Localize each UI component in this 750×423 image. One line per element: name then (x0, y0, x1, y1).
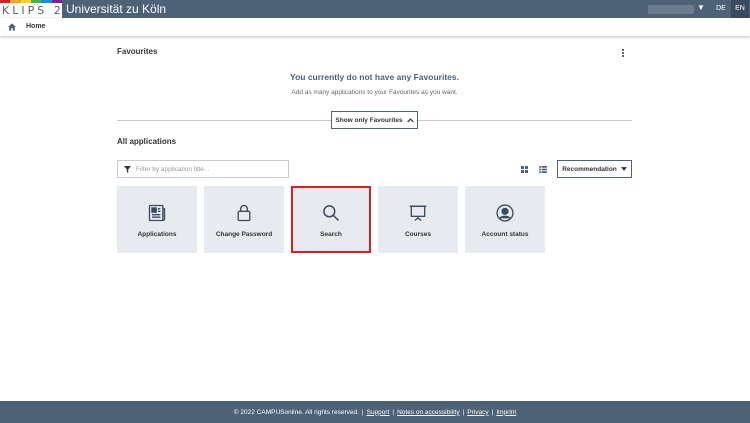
sort-label: Recommendation (562, 165, 617, 173)
home-icon[interactable] (8, 23, 16, 31)
breadcrumb-home[interactable]: Home (26, 23, 45, 30)
language-de[interactable]: DE (712, 0, 730, 18)
university-title: Universität zu Köln (66, 2, 167, 16)
sort-recommendation-dropdown[interactable]: Recommendation (557, 160, 632, 178)
footer-link-support[interactable]: Support (367, 409, 390, 416)
breadcrumb: Home (0, 18, 750, 36)
filter-icon (124, 166, 131, 173)
user-circle-icon (496, 204, 514, 222)
show-only-favourites-label: Show only Favourites (335, 116, 403, 124)
filter-input[interactable] (136, 162, 286, 176)
app-tile-change-password[interactable]: Change Password (204, 186, 284, 253)
filter-box (117, 160, 289, 178)
grid-view-icon[interactable] (521, 166, 528, 173)
user-menu-caret-icon[interactable]: ▼ (697, 3, 705, 12)
footer-separator: | (392, 408, 395, 416)
search-icon (323, 205, 340, 222)
app-tile-label: Search (320, 231, 342, 238)
favourites-hint: Add as many applications to your Favouri… (291, 89, 458, 96)
app-tile-search[interactable]: Search (291, 186, 371, 253)
user-menu[interactable] (648, 5, 694, 14)
language-en[interactable]: EN (731, 0, 749, 18)
list-view-icon[interactable] (539, 166, 547, 173)
app-tile-account-status[interactable]: Account status (465, 186, 545, 253)
app-tile-label: Applications (137, 231, 177, 238)
presentation-board-icon (409, 205, 427, 222)
footer-copyright: © 2022 CAMPUSonline. All rights reserved… (233, 408, 359, 416)
footer-link-imprint[interactable]: Imprint (496, 409, 516, 416)
footer-link-privacy[interactable]: Privacy (467, 409, 488, 416)
footer-separator: | (462, 408, 465, 416)
footer-separator: | (361, 408, 364, 416)
all-applications-title: All applications (117, 137, 177, 146)
footer-separator: | (491, 408, 494, 416)
app-tile-applications[interactable]: Applications (117, 186, 197, 253)
footer: © 2022 CAMPUSonline. All rights reserved… (0, 401, 750, 423)
lock-icon (237, 204, 251, 222)
favourites-empty-message: You currently do not have any Favourites… (290, 72, 459, 82)
app-tile-courses[interactable]: Courses (378, 186, 458, 253)
app-tile-label: Change Password (215, 231, 273, 238)
more-options-icon[interactable] (619, 47, 627, 59)
logo-color-strip (0, 0, 62, 3)
klips-logo[interactable]: KLIPS 2.0 (0, 0, 77, 18)
app-tile-label: Account status (481, 231, 529, 238)
chevron-up-icon (406, 117, 414, 122)
top-bar: KLIPS 2.0 Universität zu Köln ▼ DE EN (0, 0, 750, 18)
newspaper-icon (148, 204, 166, 222)
show-only-favourites-button[interactable]: Show only Favourites (331, 111, 418, 129)
caret-down-icon (620, 167, 627, 171)
footer-link-accessibility[interactable]: Notes on accessibility (397, 409, 460, 416)
favourites-title: Favourites (117, 47, 158, 56)
app-tile-label: Courses (404, 231, 431, 238)
